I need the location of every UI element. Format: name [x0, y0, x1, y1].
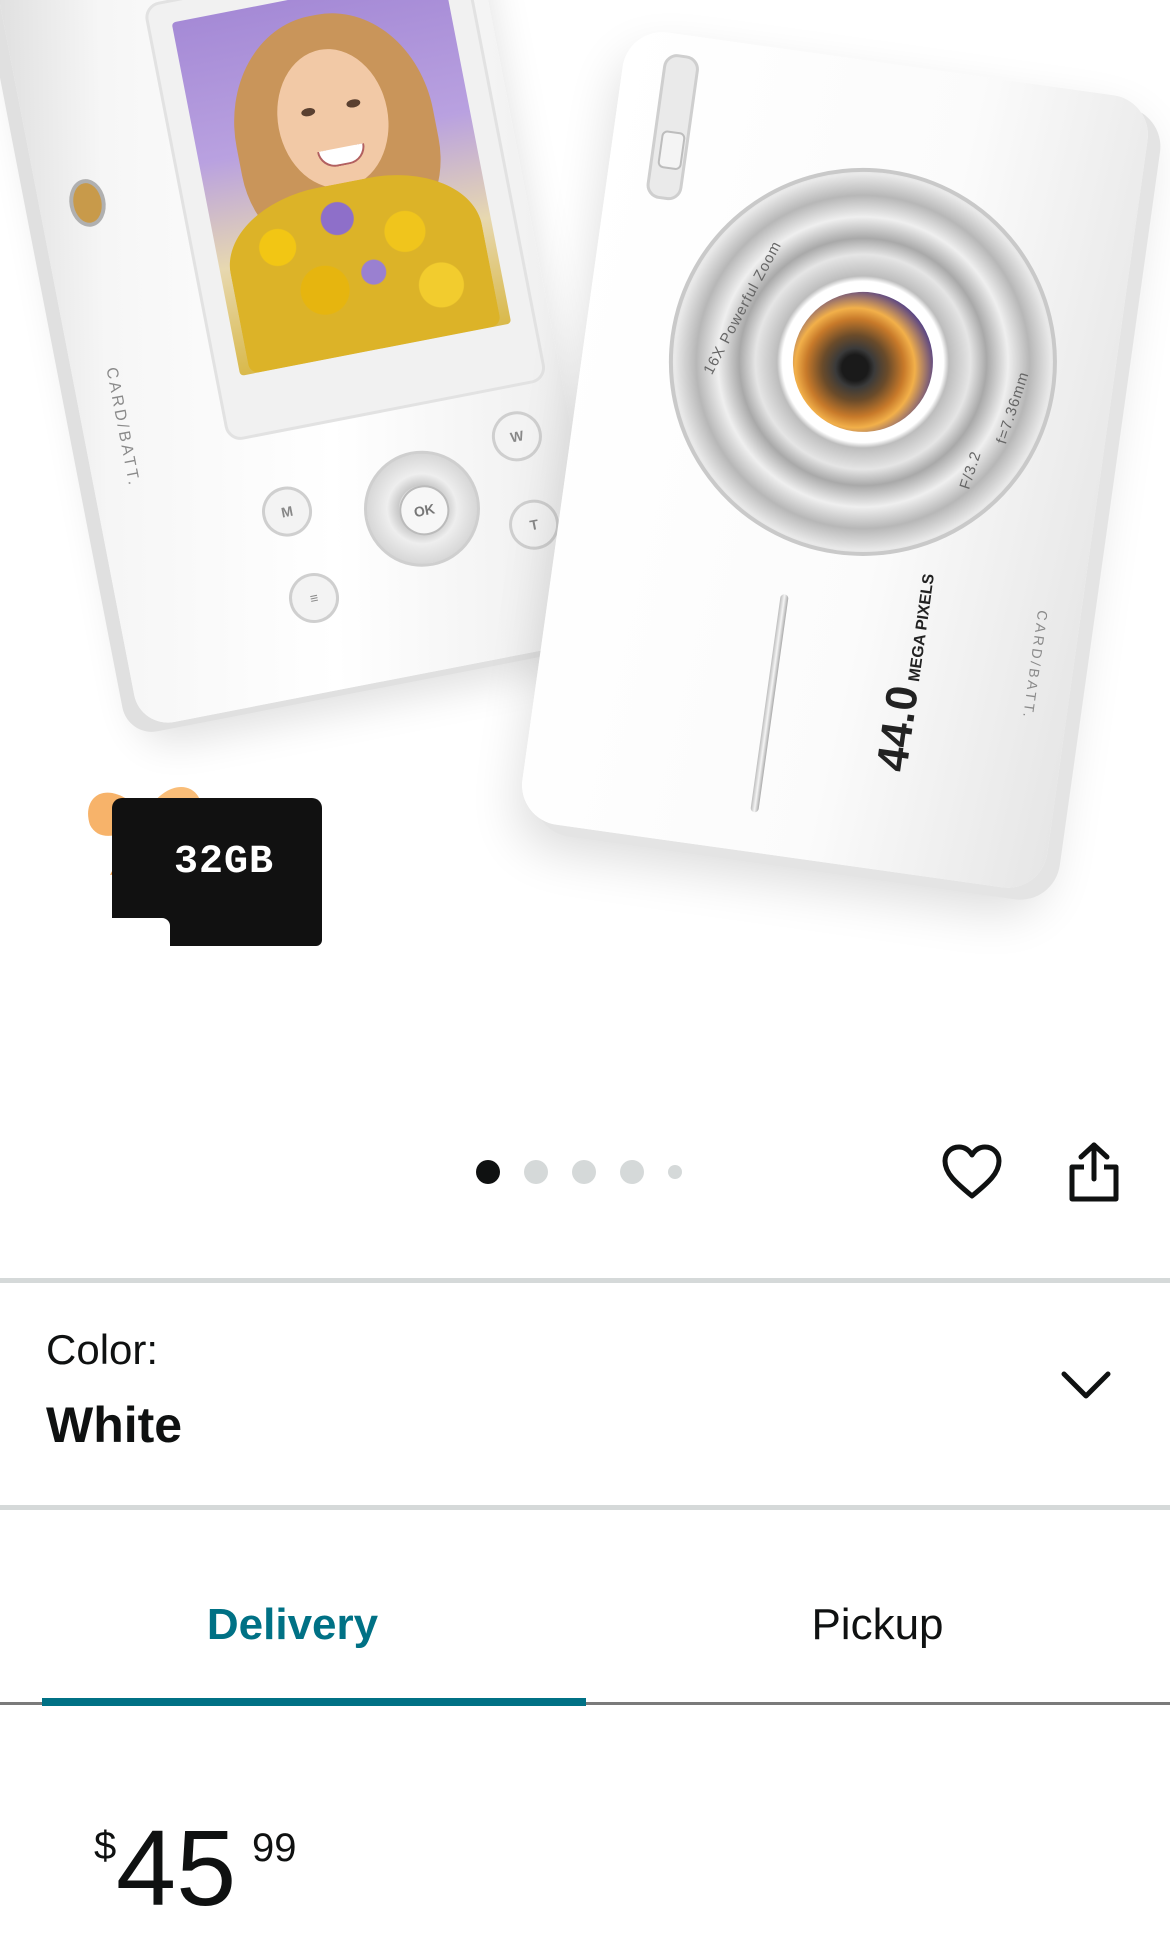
- price-whole: 45: [116, 1807, 237, 1928]
- megapixel-label: 44.0MEGA PIXELS: [867, 569, 945, 775]
- camera-flash: [644, 52, 701, 202]
- carousel-dot[interactable]: [620, 1160, 644, 1184]
- heart-icon: [942, 1144, 1002, 1199]
- section-divider: [0, 1505, 1170, 1510]
- megapixel-unit: MEGA PIXELS: [906, 572, 938, 683]
- product-image-carousel[interactable]: M W T OK ≡ CARD/BATT. 16X Powerful Zoom …: [0, 0, 1170, 1000]
- camera-button-menu: ≡: [284, 568, 344, 628]
- megapixel-value: 44.0: [867, 682, 928, 775]
- camera-button-m: M: [257, 482, 317, 541]
- price-fraction: 99: [252, 1826, 297, 1870]
- color-value: White: [46, 1397, 183, 1453]
- camera-ok-button: OK: [395, 481, 454, 540]
- camera-screen-photo: [171, 0, 512, 376]
- carousel-dot[interactable]: [476, 1160, 500, 1184]
- active-tab-indicator: [42, 1698, 586, 1706]
- wishlist-button[interactable]: [940, 1140, 1004, 1204]
- color-label: Color:: [46, 1326, 159, 1373]
- tab-pickup[interactable]: Pickup: [585, 1600, 1170, 1650]
- tripod-mount: [65, 175, 110, 230]
- camera-front-side-label: CARD/BATT.: [1019, 609, 1052, 722]
- camera-back-image: M W T OK ≡ CARD/BATT.: [0, 0, 612, 729]
- camera-lens: 16X Powerful Zoom F/3.2 f=7.36mm: [643, 142, 1083, 582]
- carousel-indicator: [476, 1160, 682, 1184]
- camera-button-w: W: [487, 406, 547, 466]
- lens-aperture-text: F/3.2: [956, 448, 985, 492]
- tab-delivery[interactable]: Delivery: [0, 1600, 541, 1650]
- lens-focal-text: f=7.36mm: [993, 369, 1033, 447]
- camera-dpad: OK: [353, 440, 490, 577]
- lens-zoom-text: 16X Powerful Zoom: [700, 238, 786, 378]
- carousel-dot[interactable]: [668, 1165, 682, 1179]
- camera-side-label: CARD/BATT.: [102, 365, 143, 490]
- color-selector[interactable]: [0, 1283, 1170, 1505]
- chevron-down-icon[interactable]: [1056, 1356, 1116, 1416]
- camera-screen-frame: [142, 0, 548, 443]
- camera-grip-line: [750, 593, 789, 813]
- carousel-dot[interactable]: [572, 1160, 596, 1184]
- sd-card-capacity: 32GB: [174, 840, 275, 885]
- share-icon: [1069, 1142, 1119, 1202]
- lens-glass: [783, 282, 942, 441]
- carousel-dot[interactable]: [524, 1160, 548, 1184]
- camera-front-image: 16X Powerful Zoom F/3.2 f=7.36mm 44.0MEG…: [516, 27, 1154, 893]
- price-currency-symbol: $: [94, 1824, 117, 1868]
- share-button[interactable]: [1062, 1140, 1126, 1204]
- sd-card-image: 32GB: [110, 798, 322, 948]
